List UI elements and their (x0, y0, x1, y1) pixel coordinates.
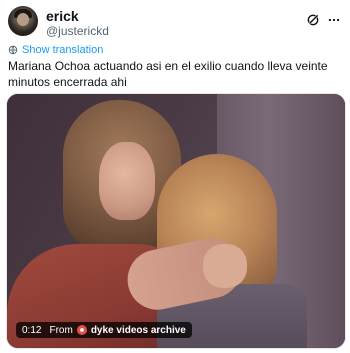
author-avatar[interactable] (8, 6, 38, 36)
source-avatar-icon[interactable] (76, 325, 87, 335)
author-name[interactable]: erick (46, 8, 79, 24)
video-source-name[interactable]: dyke videos archive (91, 325, 186, 336)
video-person-face (99, 142, 155, 220)
video-time: 0:12 (22, 324, 42, 336)
video-from-label: From (49, 324, 73, 336)
avatar-face (17, 13, 29, 26)
show-translation-label[interactable]: Show translation (22, 44, 103, 56)
video-person-hand (203, 244, 247, 288)
video-info-bar: 0:12 From dyke videos archive (16, 322, 192, 338)
show-translation[interactable]: Show translation (8, 43, 103, 57)
more-icon[interactable] (326, 13, 342, 27)
grok-icon[interactable] (306, 13, 320, 27)
post-header: erick @justerickd (8, 6, 342, 38)
post-text: Mariana Ochoa actuando asi en el exilio … (8, 59, 328, 89)
translate-icon (8, 45, 18, 55)
video-player[interactable]: 0:12 From dyke videos archive (6, 93, 346, 349)
author-handle[interactable]: @justerickd (46, 24, 109, 38)
